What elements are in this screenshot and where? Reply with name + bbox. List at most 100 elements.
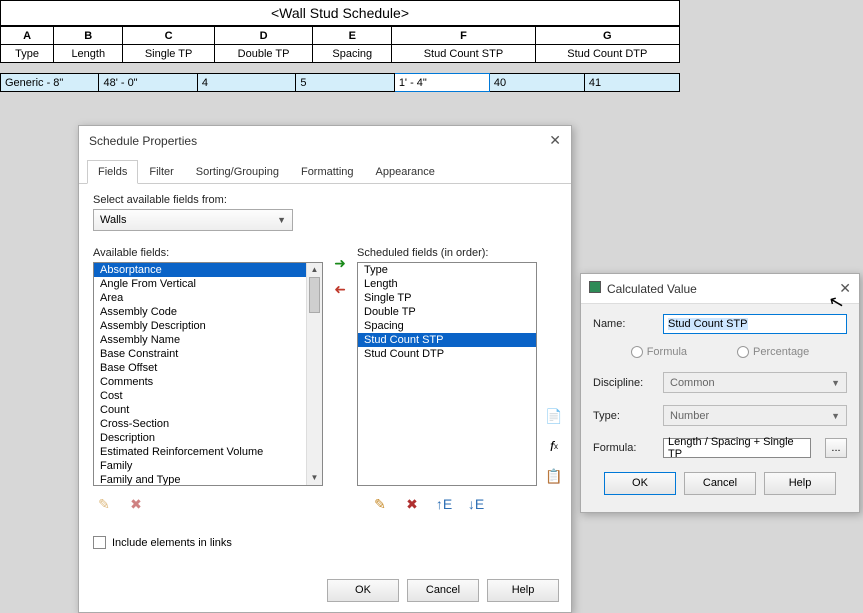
cell-type[interactable]: Generic - 8" bbox=[1, 74, 99, 92]
list-item[interactable]: Assembly Description bbox=[94, 319, 322, 333]
col-letter: A bbox=[1, 27, 54, 45]
list-item[interactable]: Spacing bbox=[358, 319, 536, 333]
list-item[interactable]: Assembly Code bbox=[94, 305, 322, 319]
delete-icon[interactable]: ✖ bbox=[125, 494, 147, 514]
formula-label: Formula: bbox=[593, 442, 653, 454]
cell-spacing-editing[interactable]: 1' - 4" bbox=[394, 74, 489, 92]
col-letter: D bbox=[214, 27, 312, 45]
list-item[interactable]: Cross-Section bbox=[94, 417, 322, 431]
scheduled-fields-label: Scheduled fields (in order): bbox=[357, 247, 537, 259]
list-item[interactable]: Length bbox=[358, 277, 536, 291]
select-fields-combo[interactable]: Walls ▼ bbox=[93, 209, 293, 231]
move-up-icon[interactable]: ↑E bbox=[433, 494, 455, 514]
schedule-title: <Wall Stud Schedule> bbox=[0, 0, 680, 26]
list-item[interactable]: Stud Count DTP bbox=[358, 347, 536, 361]
tab-appearance[interactable]: Appearance bbox=[365, 160, 446, 184]
scroll-thumb[interactable] bbox=[309, 277, 320, 313]
calculated-value-dialog: Calculated Value ✕ Name: Stud Count STP … bbox=[580, 273, 860, 513]
cv-titlebar[interactable]: Calculated Value ✕ bbox=[581, 274, 859, 304]
formula-input[interactable]: Length / Spacing + Single TP bbox=[663, 438, 811, 458]
schedule-view: <Wall Stud Schedule> A B C D E F G Type … bbox=[0, 0, 680, 92]
cell-dtp[interactable]: 41 bbox=[584, 74, 679, 92]
col-letter: B bbox=[54, 27, 123, 45]
header-cell[interactable]: Single TP bbox=[123, 45, 215, 63]
cell-double-tp[interactable]: 5 bbox=[296, 74, 394, 92]
scroll-down-icon[interactable]: ▼ bbox=[307, 471, 322, 485]
close-icon[interactable]: ✕ bbox=[549, 132, 561, 149]
tabstrip: Fields Filter Sorting/Grouping Formattin… bbox=[79, 159, 571, 184]
tab-sorting[interactable]: Sorting/Grouping bbox=[185, 160, 290, 184]
header-row: Type Length Single TP Double TP Spacing … bbox=[1, 45, 680, 63]
header-cell[interactable]: Length bbox=[54, 45, 123, 63]
move-down-icon[interactable]: ↓E bbox=[465, 494, 487, 514]
scrollbar[interactable]: ▲ ▼ bbox=[306, 263, 322, 485]
table-row[interactable]: Generic - 8" 48' - 0" 4 5 1' - 4" 40 41 bbox=[1, 74, 680, 92]
list-item[interactable]: Absorptance bbox=[94, 263, 322, 277]
select-fields-label: Select available fields from: bbox=[93, 194, 557, 206]
cancel-button[interactable]: Cancel bbox=[684, 472, 756, 495]
list-item[interactable]: Base Constraint bbox=[94, 347, 322, 361]
edit-field-icon[interactable]: ✎ bbox=[369, 494, 391, 514]
cancel-button[interactable]: Cancel bbox=[407, 579, 479, 602]
list-item[interactable]: Family and Type bbox=[94, 473, 322, 486]
scroll-up-icon[interactable]: ▲ bbox=[307, 263, 322, 277]
header-cell[interactable]: Stud Count STP bbox=[392, 45, 535, 63]
type-combo[interactable]: Number▼ bbox=[663, 405, 847, 426]
help-button[interactable]: Help bbox=[764, 472, 836, 495]
list-item[interactable]: Description bbox=[94, 431, 322, 445]
calculated-value-icon[interactable]: fx bbox=[543, 436, 565, 456]
list-item[interactable]: Comments bbox=[94, 375, 322, 389]
tab-fields[interactable]: Fields bbox=[87, 160, 138, 184]
discipline-combo[interactable]: Common▼ bbox=[663, 372, 847, 393]
include-links-checkbox[interactable] bbox=[93, 536, 106, 549]
new-parameter-icon[interactable]: 📄 bbox=[543, 406, 565, 426]
list-item[interactable]: Assembly Name bbox=[94, 333, 322, 347]
ok-button[interactable]: OK bbox=[604, 472, 676, 495]
col-letter: F bbox=[392, 27, 535, 45]
edit-icon[interactable]: ✎ bbox=[93, 494, 115, 514]
ok-button[interactable]: OK bbox=[327, 579, 399, 602]
cell-stp[interactable]: 40 bbox=[489, 74, 584, 92]
list-item[interactable]: Single TP bbox=[358, 291, 536, 305]
scheduled-fields-list[interactable]: TypeLengthSingle TPDouble TPSpacingStud … bbox=[357, 262, 537, 486]
schedule-data-table[interactable]: Generic - 8" 48' - 0" 4 5 1' - 4" 40 41 bbox=[0, 73, 680, 92]
formula-browse-button[interactable]: ... bbox=[825, 438, 847, 458]
cell-single-tp[interactable]: 4 bbox=[197, 74, 295, 92]
combine-parameters-icon[interactable]: 📋 bbox=[543, 466, 565, 486]
header-cell[interactable]: Type bbox=[1, 45, 54, 63]
list-item[interactable]: Base Offset bbox=[94, 361, 322, 375]
help-button[interactable]: Help bbox=[487, 579, 559, 602]
header-cell[interactable]: Spacing bbox=[313, 45, 392, 63]
list-item[interactable]: Estimated Reinforcement Volume bbox=[94, 445, 322, 459]
cell-length[interactable]: 48' - 0" bbox=[99, 74, 197, 92]
tab-filter[interactable]: Filter bbox=[138, 160, 184, 184]
list-item[interactable]: Count bbox=[94, 403, 322, 417]
list-item[interactable]: Angle From Vertical bbox=[94, 277, 322, 291]
list-item[interactable]: Double TP bbox=[358, 305, 536, 319]
col-letter: C bbox=[123, 27, 215, 45]
list-item[interactable]: Family bbox=[94, 459, 322, 473]
list-item[interactable]: Type bbox=[358, 263, 536, 277]
col-letter-row: A B C D E F G bbox=[1, 27, 680, 45]
header-cell[interactable]: Stud Count DTP bbox=[535, 45, 679, 63]
tab-formatting[interactable]: Formatting bbox=[290, 160, 365, 184]
delete-field-icon[interactable]: ✖ bbox=[401, 494, 423, 514]
list-item[interactable]: Stud Count STP bbox=[358, 333, 536, 347]
header-cell[interactable]: Double TP bbox=[214, 45, 312, 63]
close-icon[interactable]: ✕ bbox=[839, 280, 851, 297]
list-item[interactable]: Area bbox=[94, 291, 322, 305]
add-field-button[interactable]: ➜ bbox=[329, 253, 351, 273]
dialog-titlebar[interactable]: Schedule Properties ✕ bbox=[79, 126, 571, 155]
col-letter: E bbox=[313, 27, 392, 45]
schedule-properties-dialog: Schedule Properties ✕ Fields Filter Sort… bbox=[78, 125, 572, 613]
percentage-radio[interactable]: Percentage bbox=[737, 346, 809, 358]
schedule-table[interactable]: A B C D E F G Type Length Single TP Doub… bbox=[0, 26, 680, 63]
list-item[interactable]: Cost bbox=[94, 389, 322, 403]
app-icon bbox=[589, 281, 601, 293]
discipline-label: Discipline: bbox=[593, 377, 653, 389]
available-fields-list[interactable]: AbsorptanceAngle From VerticalAreaAssemb… bbox=[93, 262, 323, 486]
remove-field-button[interactable]: ➜ bbox=[329, 279, 351, 299]
name-input[interactable]: Stud Count STP bbox=[663, 314, 847, 334]
dialog-title: Schedule Properties bbox=[89, 134, 197, 148]
formula-radio[interactable]: Formula bbox=[631, 346, 687, 358]
